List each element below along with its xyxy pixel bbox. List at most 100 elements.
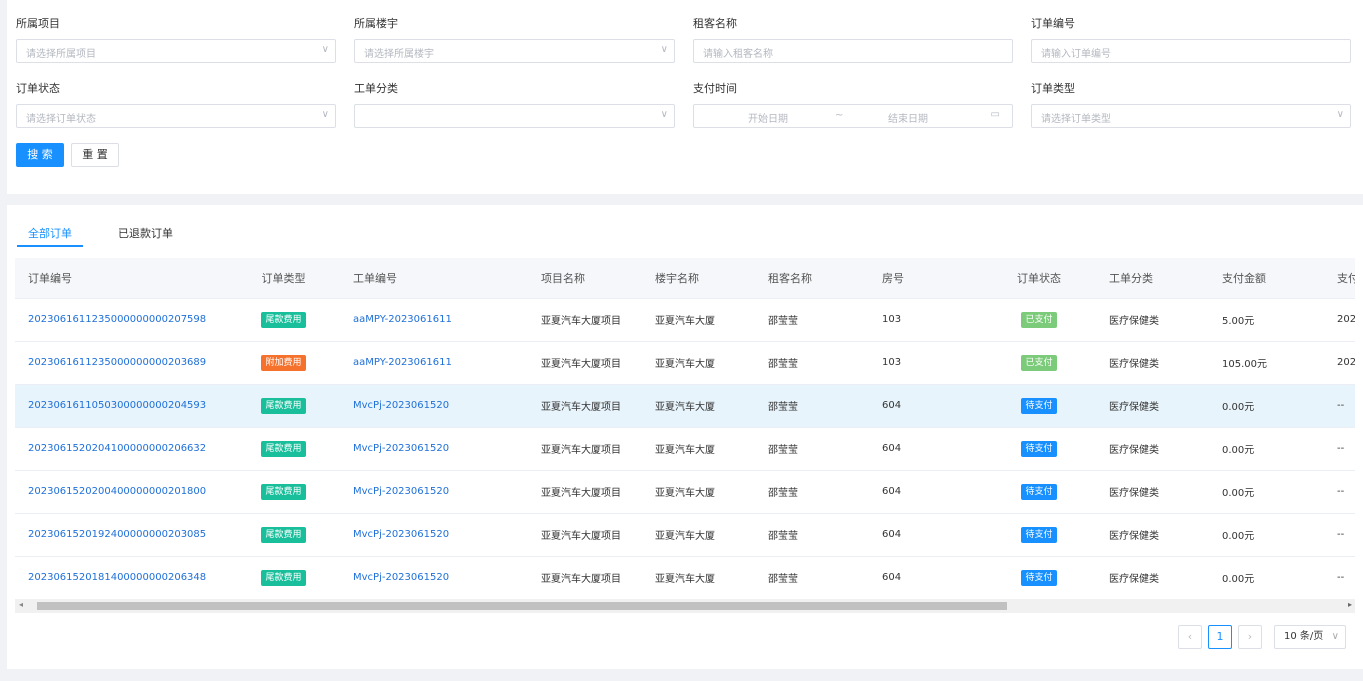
project-select[interactable]: 请选择所属项目 ∨ — [16, 39, 336, 63]
table-row[interactable]: 2023061611050300000000204593 尾款费用 MvcPj-20… — [15, 383, 1355, 427]
order-no-link[interactable]: 2023061520204100000000206632 — [28, 443, 206, 454]
order-no-link[interactable]: 2023061611235000000000207598 — [28, 314, 206, 325]
date-separator: ~ — [835, 110, 844, 121]
order-status-tag: 已支付 — [1021, 311, 1057, 328]
cell-ticket-category: 医疗保健类 — [1096, 426, 1209, 470]
scrollbar-thumb[interactable] — [37, 602, 1007, 610]
cell-pay-amount: 0.00元 — [1209, 555, 1324, 599]
column-header-order-no: 订单编号 — [15, 258, 227, 298]
cell-tenant-name: 邵莹莹 — [755, 512, 869, 556]
ticket-no-link[interactable]: MvcPj-2023061520 — [353, 529, 449, 540]
column-header-pay-amount: 支付金额 — [1209, 258, 1324, 298]
cell-text: -- — [1337, 529, 1345, 540]
ticket-no-link[interactable]: MvcPj-2023061520 — [353, 443, 449, 454]
cell-text: 5.00元 — [1222, 316, 1255, 327]
ticket-no-link[interactable]: MvcPj-2023061520 — [353, 572, 449, 583]
cell-project-name: 亚夏汽车大厦项目 — [528, 340, 642, 384]
order-no-input[interactable]: 请输入订单编号 — [1031, 39, 1351, 63]
table-row[interactable]: 2023061611235000000000203689 附加费用 aaMPY-20… — [15, 340, 1355, 384]
cell-pay-time: -- — [1324, 512, 1355, 556]
cell-building-name: 亚夏汽车大厦 — [642, 555, 755, 599]
cell-pay-amount: 0.00元 — [1209, 469, 1324, 513]
order-no-link[interactable]: 2023061520200400000000201800 — [28, 486, 206, 497]
pagination: ‹ 1 › 10 条/页 ∨ — [7, 625, 1363, 649]
cell-text: 103 — [882, 314, 902, 325]
column-header-ticket-category: 工单分类 — [1096, 258, 1209, 298]
start-date-placeholder[interactable]: 开始日期 — [748, 110, 788, 125]
table-row[interactable]: 2023061520204100000000206632 尾款费用 MvcPj-20… — [15, 426, 1355, 470]
cell-order-status: 已支付 — [982, 297, 1096, 341]
ticket-no-link[interactable]: MvcPj-2023061520 — [353, 486, 449, 497]
order-no-link[interactable]: 2023061611235000000000203689 — [28, 357, 206, 368]
cell-project-name: 亚夏汽车大厦项目 — [528, 555, 642, 599]
horizontal-scrollbar[interactable]: ◂ ▸ — [15, 599, 1355, 613]
cell-order-type: 尾款费用 — [227, 469, 340, 513]
next-page-button[interactable]: › — [1238, 625, 1262, 649]
order-no-link[interactable]: 2023061520181400000000206348 — [28, 572, 206, 583]
order-no-link[interactable]: 2023061611050300000000204593 — [28, 400, 206, 411]
cell-text: 医疗保健类 — [1109, 531, 1159, 542]
cell-ticket-no: aaMPY-2023061611 — [340, 297, 528, 341]
orders-table-wrapper: 订单编号 订单类型 工单编号 项目名称 楼宇名称 租客名称 房号 订单状态 工单分类 支付金额 支付… — [15, 258, 1355, 604]
order-type-select[interactable]: 请选择订单类型 ∨ — [1031, 104, 1351, 128]
page-size-select[interactable]: 10 条/页 ∨ — [1274, 625, 1346, 649]
ticket-no-link[interactable]: MvcPj-2023061520 — [353, 400, 449, 411]
chevron-down-icon: ∨ — [1331, 631, 1339, 642]
cell-room-no: 604 — [869, 555, 982, 599]
building-select[interactable]: 请选择所属楼宇 ∨ — [354, 39, 675, 63]
cell-tenant-name: 邵莹莹 — [755, 469, 869, 513]
cell-ticket-no: MvcPj-2023061520 — [340, 469, 528, 513]
cell-text: 亚夏汽车大厦项目 — [541, 488, 621, 499]
cell-text: 0.00元 — [1222, 531, 1255, 542]
ticket-no-link[interactable]: aaMPY-2023061611 — [353, 314, 452, 325]
arrow-left-icon[interactable]: ◂ — [19, 600, 23, 609]
prev-page-button[interactable]: ‹ — [1178, 625, 1202, 649]
cell-pay-time: 202 — [1324, 340, 1355, 384]
calendar-icon: ▭ — [990, 109, 1000, 120]
cell-text: 202 — [1337, 314, 1355, 325]
ticket-no-link[interactable]: aaMPY-2023061611 — [353, 357, 452, 368]
arrow-right-icon[interactable]: ▸ — [1348, 600, 1352, 609]
cell-text: 202 — [1337, 357, 1355, 368]
cell-ticket-category: 医疗保健类 — [1096, 383, 1209, 427]
column-header-room-no: 房号 — [869, 258, 982, 298]
order-type-tag: 尾款费用 — [261, 483, 306, 500]
tab-all-orders[interactable]: 全部订单 — [28, 225, 72, 241]
table-row[interactable]: 2023061520200400000000201800 尾款费用 MvcPj-20… — [15, 469, 1355, 513]
table-row[interactable]: 2023061611235000000000207598 尾款费用 aaMPY-20… — [15, 297, 1355, 341]
end-date-placeholder[interactable]: 结束日期 — [888, 110, 928, 125]
order-no-placeholder: 请输入订单编号 — [1041, 49, 1111, 60]
page-1-button[interactable]: 1 — [1208, 625, 1232, 649]
order-status-tag: 待支付 — [1021, 483, 1057, 500]
tab-refunded-orders[interactable]: 已退款订单 — [118, 225, 173, 241]
order-status-select[interactable]: 请选择订单状态 ∨ — [16, 104, 336, 128]
cell-order-status: 待支付 — [982, 383, 1096, 427]
project-label: 所属项目 — [16, 17, 60, 30]
cell-text: 604 — [882, 400, 902, 411]
cell-tenant-name: 邵莹莹 — [755, 555, 869, 599]
cell-room-no: 604 — [869, 512, 982, 556]
cell-order-no: 2023061520181400000000206348 — [15, 555, 227, 599]
cell-pay-amount: 0.00元 — [1209, 426, 1324, 470]
table-row[interactable]: 2023061520192400000000203085 尾款费用 MvcPj-20… — [15, 512, 1355, 556]
tenant-input[interactable]: 请输入租客名称 — [693, 39, 1013, 63]
reset-button[interactable]: 重 置 — [71, 143, 119, 167]
ticket-category-select[interactable]: ∨ — [354, 104, 675, 128]
search-button[interactable]: 搜 索 — [16, 143, 64, 167]
cell-project-name: 亚夏汽车大厦项目 — [528, 383, 642, 427]
order-status-tag: 待支付 — [1021, 569, 1057, 586]
order-status-tag: 待支付 — [1021, 440, 1057, 457]
cell-order-status: 待支付 — [982, 512, 1096, 556]
table-row[interactable]: 2023061520181400000000206348 尾款费用 MvcPj-20… — [15, 555, 1355, 599]
cell-project-name: 亚夏汽车大厦项目 — [528, 512, 642, 556]
pay-time-range[interactable]: 开始日期 ~ 结束日期 ▭ — [693, 104, 1013, 128]
column-header-project-name: 项目名称 — [528, 258, 642, 298]
cell-text: 邵莹莹 — [768, 531, 798, 542]
cell-text: 亚夏汽车大厦项目 — [541, 316, 621, 327]
order-no-link[interactable]: 2023061520192400000000203085 — [28, 529, 206, 540]
chevron-down-icon: ∨ — [660, 44, 668, 55]
cell-text: 亚夏汽车大厦 — [655, 574, 715, 586]
cell-text: -- — [1337, 443, 1345, 454]
cell-project-name: 亚夏汽车大厦项目 — [528, 426, 642, 470]
cell-text: 医疗保健类 — [1109, 402, 1159, 413]
